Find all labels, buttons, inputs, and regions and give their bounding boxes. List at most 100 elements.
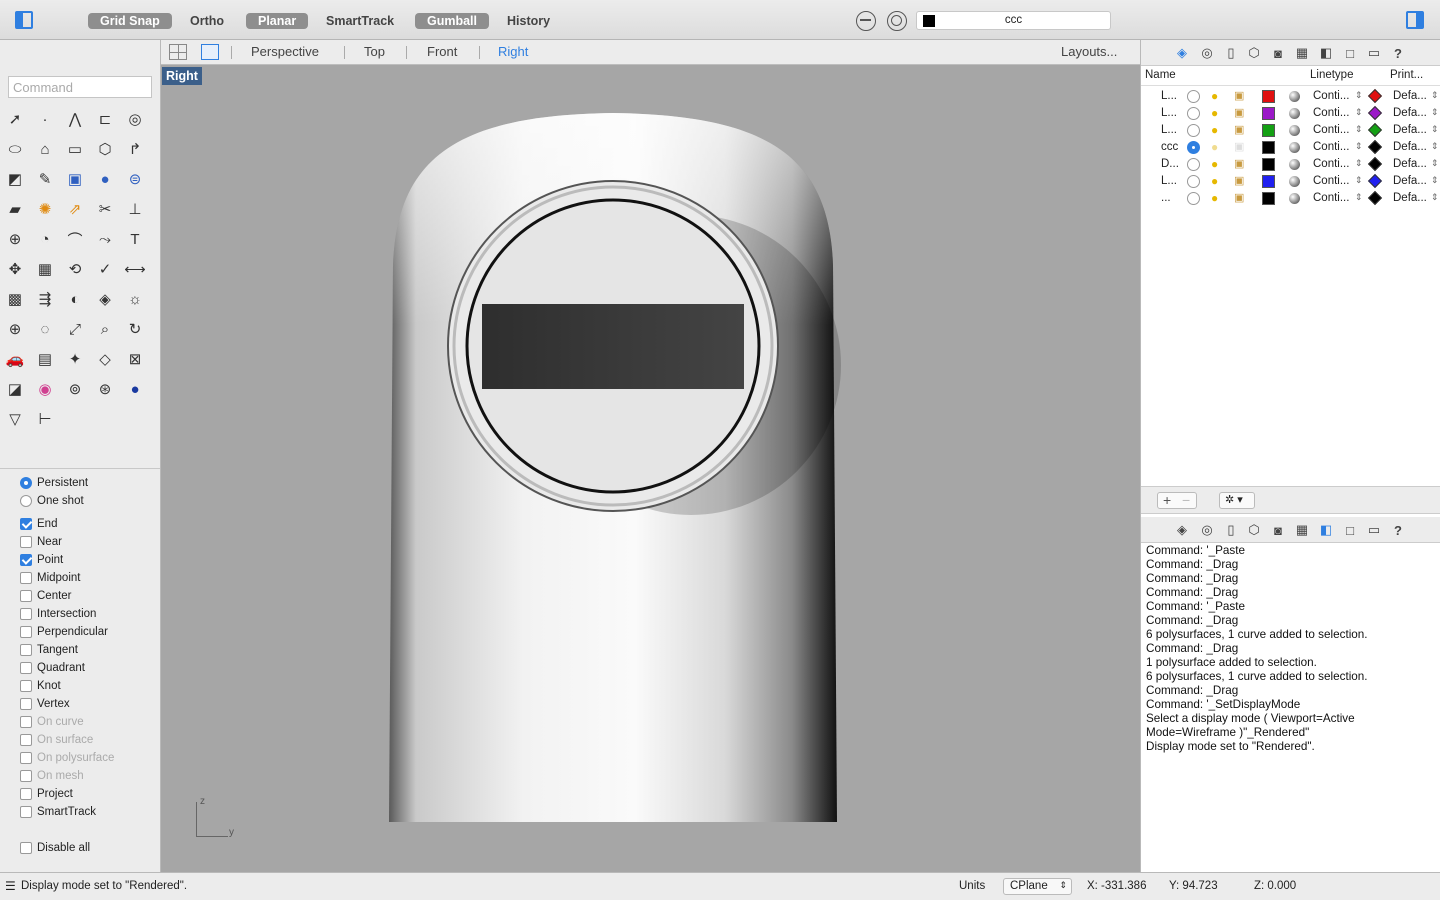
linetype-value[interactable]: Conti... bbox=[1313, 90, 1349, 102]
print-color-icon[interactable] bbox=[1367, 190, 1383, 206]
lightbulb-icon[interactable]: ● bbox=[1211, 89, 1218, 103]
print-width-value[interactable]: Defa... bbox=[1393, 107, 1427, 119]
fillet-icon[interactable]: ◔ bbox=[32, 226, 58, 252]
layer-color-swatch[interactable] bbox=[1262, 175, 1275, 188]
left-sidebar-toggle-icon[interactable] bbox=[15, 11, 33, 29]
layers-tab-icon[interactable]: ◈ bbox=[1173, 44, 1191, 62]
print-width-value[interactable]: Defa... bbox=[1393, 141, 1427, 153]
boolean-icon[interactable]: ⊕ bbox=[2, 226, 28, 252]
color-wheel-icon[interactable]: ◉ bbox=[32, 376, 58, 402]
radio-icon[interactable] bbox=[20, 495, 32, 507]
ellipse-icon[interactable]: ⬭ bbox=[2, 136, 28, 162]
material-icon[interactable] bbox=[1289, 159, 1300, 170]
layer-row[interactable]: L... ● ▣ Conti... ⇕ Defa... ⇕ bbox=[1141, 173, 1440, 190]
menu-lines-icon[interactable]: ☰ bbox=[5, 879, 16, 893]
patch-icon[interactable]: ✎ bbox=[32, 166, 58, 192]
column-print[interactable]: Print... bbox=[1390, 69, 1423, 81]
grid-icon[interactable]: ▤ bbox=[32, 346, 58, 372]
array-icon[interactable]: ▦ bbox=[32, 256, 58, 282]
layer-name[interactable]: ccc bbox=[1161, 141, 1178, 153]
gumball-button[interactable]: Gumball bbox=[415, 13, 490, 29]
explode-icon[interactable]: ✺ bbox=[32, 196, 58, 222]
properties-tab-icon[interactable]: ◎ bbox=[1198, 44, 1216, 62]
checkbox-icon[interactable] bbox=[20, 536, 32, 548]
lock-icon[interactable]: ⊠ bbox=[122, 346, 148, 372]
layer-row[interactable]: ccc ● ▣ Conti... ⇕ Defa... ⇕ bbox=[1141, 139, 1440, 156]
checkbox-icon[interactable] bbox=[20, 788, 32, 800]
layer-row[interactable]: L... ● ▣ Conti... ⇕ Defa... ⇕ bbox=[1141, 122, 1440, 139]
osnap-midpoint[interactable]: Midpoint bbox=[20, 572, 80, 584]
layer-color-swatch[interactable] bbox=[1262, 141, 1275, 154]
layer-color-swatch[interactable] bbox=[1262, 90, 1275, 103]
layer-name[interactable]: L... bbox=[1161, 90, 1177, 102]
current-layer-radio-icon[interactable] bbox=[1187, 141, 1200, 154]
layer-row[interactable]: D... ● ▣ Conti... ⇕ Defa... ⇕ bbox=[1141, 156, 1440, 173]
layout-tab-icon[interactable]: ◧ bbox=[1317, 44, 1335, 62]
command-history-tab-icon[interactable]: ◧ bbox=[1317, 521, 1335, 539]
layer-options-gear-icon[interactable]: ✲ ▾ bbox=[1219, 492, 1255, 509]
circle-icon[interactable]: ◎ bbox=[122, 106, 148, 132]
grid-snap-button[interactable]: Grid Snap bbox=[88, 13, 172, 29]
right-viewport[interactable]: Right z y bbox=[161, 65, 1140, 872]
checkbox-icon[interactable] bbox=[20, 572, 32, 584]
current-layer-selector[interactable]: ccc bbox=[916, 11, 1111, 30]
lightbulb-icon[interactable]: ● bbox=[1211, 123, 1218, 137]
single-viewport-icon[interactable] bbox=[201, 44, 219, 60]
add-layer-icon[interactable]: + bbox=[1163, 492, 1171, 508]
osnap-disable-all[interactable]: Disable all bbox=[20, 842, 90, 854]
osnap-vertex[interactable]: Vertex bbox=[20, 698, 70, 710]
current-layer-radio-icon[interactable] bbox=[1187, 158, 1200, 171]
osnap-smarttrack[interactable]: SmartTrack bbox=[20, 806, 96, 818]
layer-color-swatch[interactable] bbox=[1262, 192, 1275, 205]
display-tab-icon[interactable]: ▭ bbox=[1365, 521, 1383, 539]
blend-icon[interactable]: ⌒ bbox=[62, 226, 88, 252]
material-icon[interactable] bbox=[1289, 193, 1300, 204]
blank-tab-icon[interactable]: □ bbox=[1341, 521, 1359, 539]
osnap-persistent[interactable]: Persistent bbox=[20, 477, 88, 489]
smarttrack-button[interactable]: SmartTrack bbox=[314, 13, 406, 29]
tab-perspective[interactable]: Perspective bbox=[251, 44, 319, 59]
linetype-value[interactable]: Conti... bbox=[1313, 124, 1349, 136]
print-color-icon[interactable] bbox=[1367, 105, 1383, 121]
tab-top[interactable]: Top bbox=[364, 44, 385, 59]
print-color-icon[interactable] bbox=[1367, 139, 1383, 155]
render-sphere-icon[interactable]: ⊚ bbox=[62, 376, 88, 402]
car-icon[interactable]: 🚗 bbox=[2, 346, 28, 372]
print-color-icon[interactable] bbox=[1367, 173, 1383, 189]
four-viewports-icon[interactable] bbox=[169, 44, 187, 60]
blank-tab-icon[interactable]: □ bbox=[1341, 44, 1359, 62]
ortho-button[interactable]: Ortho bbox=[178, 13, 236, 29]
current-layer-radio-icon[interactable] bbox=[1187, 107, 1200, 120]
linetype-value[interactable]: Conti... bbox=[1313, 192, 1349, 204]
osnap-center[interactable]: Center bbox=[20, 590, 72, 602]
checkbox-icon[interactable] bbox=[20, 662, 32, 674]
layer-color-swatch[interactable] bbox=[1262, 107, 1275, 120]
layer-name[interactable]: L... bbox=[1161, 107, 1177, 119]
osnap-knot[interactable]: Knot bbox=[20, 680, 61, 692]
print-color-icon[interactable] bbox=[1367, 122, 1383, 138]
help-icon[interactable]: ? bbox=[1389, 521, 1407, 539]
text-icon[interactable]: T bbox=[122, 226, 148, 252]
print-color-icon[interactable] bbox=[1367, 88, 1383, 104]
lightbulb-icon[interactable]: ● bbox=[1211, 191, 1218, 205]
current-layer-radio-icon[interactable] bbox=[1187, 124, 1200, 137]
pipette-icon[interactable]: ▽ bbox=[2, 406, 28, 432]
checkbox-icon[interactable] bbox=[20, 608, 32, 620]
current-layer-radio-icon[interactable] bbox=[1187, 192, 1200, 205]
tab-front[interactable]: Front bbox=[427, 44, 457, 59]
checkbox-icon[interactable] bbox=[20, 590, 32, 602]
cylinder-icon[interactable]: ⊜ bbox=[122, 166, 148, 192]
osnap-end[interactable]: End bbox=[20, 518, 57, 530]
layer-name[interactable]: L... bbox=[1161, 124, 1177, 136]
osnap-intersection[interactable]: Intersection bbox=[20, 608, 96, 620]
document-tab-icon[interactable]: ▯ bbox=[1222, 521, 1240, 539]
cplane-selector[interactable]: CPlane ⇕ bbox=[1003, 878, 1072, 895]
lasso-icon[interactable]: ◌ bbox=[32, 316, 58, 342]
document-tab-icon[interactable]: ▯ bbox=[1222, 44, 1240, 62]
render-tab-icon[interactable]: ▦ bbox=[1293, 44, 1311, 62]
align-icon[interactable]: ⇶ bbox=[32, 286, 58, 312]
light-icon[interactable]: ◇ bbox=[92, 346, 118, 372]
camera-tab-icon[interactable]: ◙ bbox=[1269, 44, 1287, 62]
material-icon[interactable] bbox=[1289, 142, 1300, 153]
rotate-view-icon[interactable]: ↻ bbox=[122, 316, 148, 342]
